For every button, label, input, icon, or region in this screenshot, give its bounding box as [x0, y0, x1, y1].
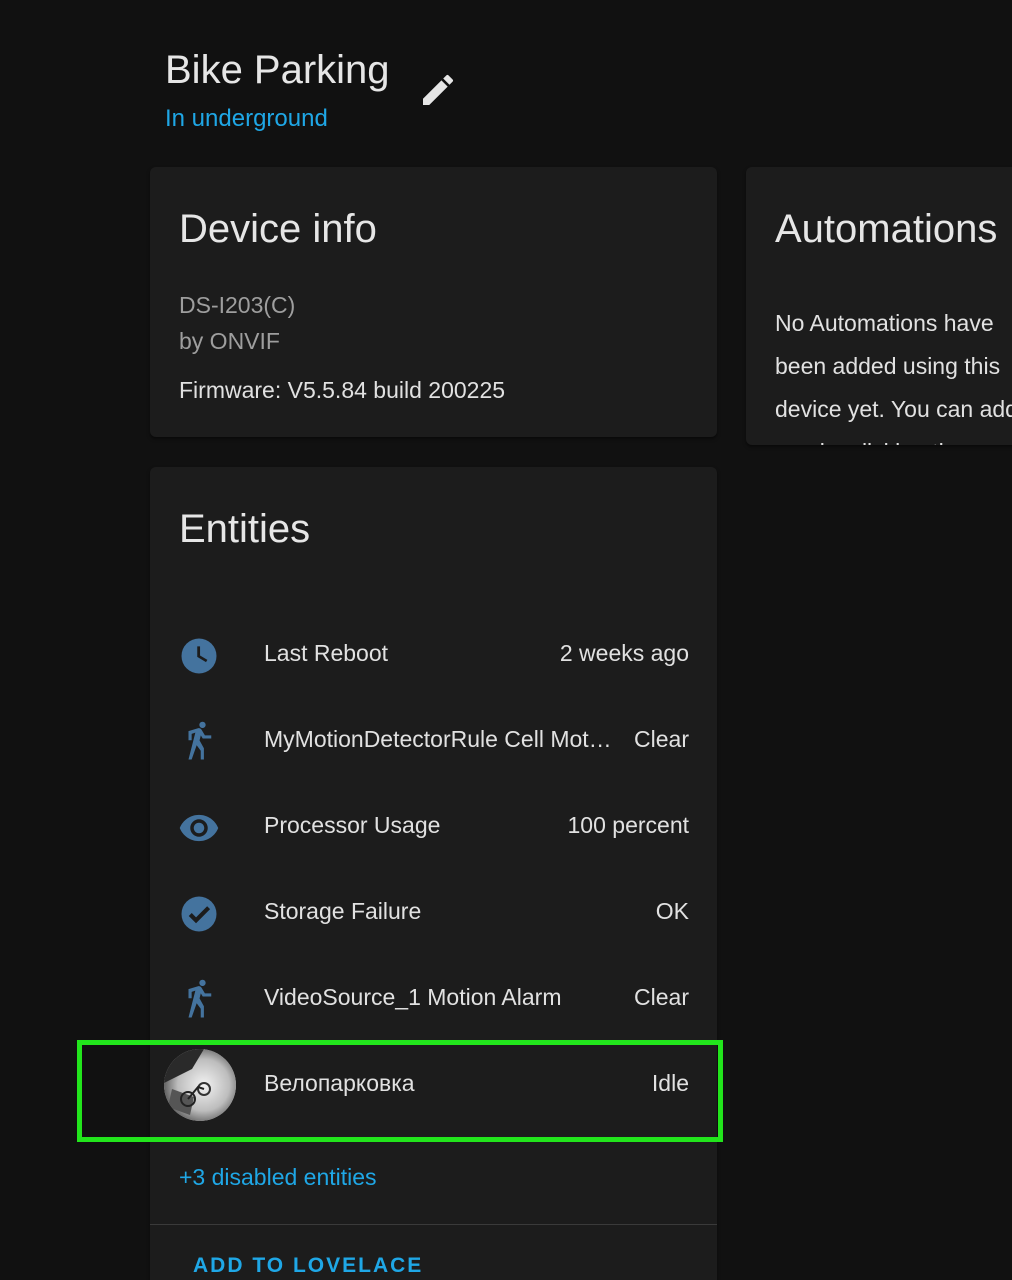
entity-name: Last Reboot [264, 640, 389, 666]
card-divider [150, 1224, 717, 1225]
device-info-heading: Device info [179, 207, 377, 251]
device-firmware: Firmware: V5.5.84 build 200225 [179, 377, 506, 403]
edit-device-button[interactable] [418, 70, 458, 110]
walk-icon [188, 721, 212, 760]
entity-name: Storage Failure [264, 898, 422, 924]
entity-row-processor-usage[interactable]: Processor Usage 100 percent [150, 783, 717, 869]
automations-card: Automations No Automations have been add… [746, 167, 1012, 445]
walk-icon [188, 979, 212, 1018]
entity-name: Processor Usage [264, 812, 441, 838]
entity-state: Clear [634, 726, 689, 752]
entity-state: 100 percent [567, 812, 689, 838]
clock-icon [181, 638, 217, 674]
disabled-entities-link[interactable]: +3 disabled entities [179, 1164, 377, 1191]
entity-row-storage-failure[interactable]: Storage Failure OK [150, 869, 717, 955]
entity-row-motion-detector-rule[interactable]: MyMotionDetectorRule Cell Motion Detecti… [150, 697, 717, 783]
device-model: DS-I203(C) [179, 292, 296, 318]
entities-heading: Entities [179, 507, 311, 551]
entity-row-camera-veloparkovka[interactable]: Велопарковка Idle [150, 1041, 717, 1127]
device-page: Bike Parking In underground Device info … [0, 0, 1012, 1280]
entity-name: VideoSource_1 Motion Alarm [264, 984, 562, 1010]
entity-name: MyMotionDetectorRule Cell Motion Detecti… [264, 726, 614, 752]
eye-icon [179, 814, 219, 842]
entity-state: 2 weeks ago [559, 640, 689, 666]
entity-name: Велопарковка [264, 1070, 415, 1096]
check-circle-icon [181, 896, 217, 932]
entities-card: Entities Last Reboot 2 weeks ago MyMotio… [150, 467, 717, 1280]
automations-heading: Automations [775, 207, 998, 251]
entity-state: OK [655, 898, 689, 924]
device-info-card: Device info DS-I203(C) by ONVIF Firmware… [150, 167, 717, 437]
entity-state: Idle [651, 1070, 689, 1096]
camera-thumbnail [164, 1049, 236, 1121]
add-to-lovelace-button[interactable]: ADD TO LOVELACE [193, 1254, 423, 1278]
entity-row-last-reboot[interactable]: Last Reboot 2 weeks ago [150, 611, 717, 697]
device-manufacturer: by ONVIF [179, 328, 280, 354]
area-link[interactable]: In underground [165, 105, 328, 133]
automations-empty-text: No Automations have been added using thi… [775, 310, 1012, 445]
entity-state: Clear [634, 984, 689, 1010]
page-title: Bike Parking [165, 48, 390, 92]
entity-row-videosource-motion-alarm[interactable]: VideoSource_1 Motion Alarm Clear [150, 955, 717, 1041]
pencil-icon [423, 74, 454, 105]
